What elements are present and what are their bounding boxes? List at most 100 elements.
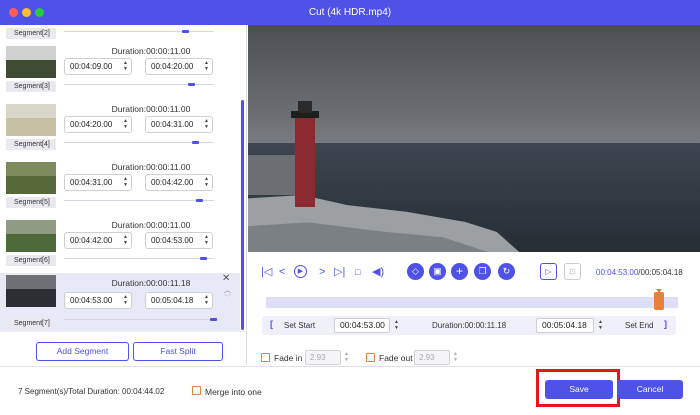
cancel-button[interactable]: Cancel — [617, 380, 683, 399]
segment-item-3[interactable]: Segment[3] Duration:00:00:11.00 00:04:09… — [0, 44, 240, 102]
segment-end-time-input[interactable]: 00:04:53.00 ▲ ▼ — [145, 232, 213, 249]
start-time-input[interactable]: 00:04:53.00 ▲ ▼ — [334, 318, 399, 333]
end-time-input[interactable]: 00:05:04.18 ▲ ▼ — [536, 318, 603, 333]
stepper-icon: ▲ ▼ — [204, 294, 209, 306]
segment-slider[interactable] — [64, 30, 214, 33]
stop-icon[interactable]: □ — [355, 266, 360, 278]
segment-list[interactable]: Segment[2] Segment[3] Duration:00:00:11.… — [0, 25, 247, 331]
segment-end-time-input[interactable]: 00:04:20.00 ▲ ▼ — [145, 58, 213, 75]
trim-duration: Duration:00:00:11.18 — [432, 321, 507, 330]
play-icon[interactable]: ▶ — [294, 265, 307, 278]
next-frame-icon[interactable]: > — [319, 266, 325, 278]
stepper-icon: ▲ ▼ — [204, 118, 209, 130]
fade-out-checkbox[interactable] — [366, 353, 375, 362]
title-bar: Cut (4k HDR.mp4) — [0, 0, 700, 25]
fade-in-checkbox[interactable] — [261, 353, 270, 362]
segment-thumbnail — [6, 162, 56, 194]
segment-duration: Duration:00:00:11.00 — [111, 46, 191, 56]
segment-item-7[interactable]: Segment[7] Duration:00:00:11.18 00:04:53… — [0, 273, 240, 331]
split-icon[interactable]: ◇ — [407, 263, 424, 280]
segment-start-time-input[interactable]: 00:04:42.00 ▲ ▼ — [64, 232, 132, 249]
footer-bar: 7 Segment(s)/Total Duration: 00:04:44.02… — [0, 366, 700, 415]
close-window-button[interactable] — [9, 8, 18, 17]
stepper-icon: ▲ ▼ — [204, 60, 209, 72]
save-button[interactable]: Save — [545, 380, 613, 399]
fade-in-input[interactable]: 2.93 ▲ ▼ — [305, 350, 349, 365]
volume-icon[interactable]: ◀) — [372, 266, 384, 278]
add-icon[interactable]: + — [451, 263, 468, 280]
stepper-icon: ▲ ▼ — [123, 176, 128, 188]
stepper-icon: ▲ ▼ — [204, 234, 209, 246]
stepper-icon: ▲ ▼ — [394, 319, 399, 331]
fade-in-label: Fade in — [274, 353, 303, 363]
segment-label: Segment[4] — [6, 139, 56, 150]
segment-actions: Add Segment Fast Split — [0, 331, 247, 365]
segment-label: Segment[5] — [6, 197, 56, 208]
segment-thumbnail — [6, 104, 56, 136]
copy-icon[interactable]: ❐ — [474, 263, 491, 280]
segment-label: Segment[3] — [6, 81, 56, 92]
segment-duration: Duration:00:00:11.00 — [111, 104, 191, 114]
segment-start-time-input[interactable]: 00:04:53.00 ▲ ▼ — [64, 292, 132, 309]
segment-thumbnail — [6, 220, 56, 252]
merge-into-one-label: Merge into one — [205, 387, 262, 397]
segment-item-5[interactable]: Segment[5] Duration:00:00:11.00 00:04:31… — [0, 160, 240, 218]
segment-label: Segment[2] — [6, 28, 56, 39]
stepper-icon: ▲ ▼ — [598, 319, 603, 331]
fade-out-label: Fade out — [379, 353, 413, 363]
list-scrollbar[interactable] — [241, 100, 244, 330]
segment-end-time-input[interactable]: 00:04:42.00 ▲ ▼ — [145, 174, 213, 191]
segment-slider[interactable] — [64, 257, 214, 260]
segment-slider[interactable] — [64, 318, 217, 321]
segment-label: Segment[6] — [6, 255, 56, 266]
total-time: /00:05:04.18 — [638, 268, 683, 277]
segment-item-4[interactable]: Segment[4] Duration:00:00:11.00 00:04:20… — [0, 102, 240, 160]
set-start-button[interactable]: Set Start — [284, 321, 315, 330]
segment-slider[interactable] — [64, 141, 214, 144]
segment-end-time-input[interactable]: 00:05:04.18 ▲ ▼ — [145, 292, 213, 309]
trim-controls: [ Set Start 00:04:53.00 ▲ ▼ Duration:00:00… — [262, 316, 676, 335]
segment-thumbnail — [6, 46, 56, 78]
merge-into-one-checkbox[interactable] — [192, 386, 201, 395]
maximize-window-button[interactable] — [35, 8, 44, 17]
snapshot-icon[interactable]: ▣ — [429, 263, 446, 280]
fast-split-button[interactable]: Fast Split — [133, 342, 223, 361]
segment-start-time-input[interactable]: 00:04:20.00 ▲ ▼ — [64, 116, 132, 133]
time-readout: 00:04:53.00/00:05:04.18 — [596, 268, 683, 277]
segments-summary: 7 Segment(s)/Total Duration: 00:04:44.02 — [18, 387, 165, 396]
fade-out-input[interactable]: 2.93 ▲ ▼ — [414, 350, 458, 365]
segment-duration: Duration:00:00:11.00 — [111, 162, 191, 172]
stepper-icon: ▲ ▼ — [123, 234, 128, 246]
previous-frame-icon[interactable]: < — [279, 266, 285, 278]
segment-slider[interactable] — [64, 199, 214, 202]
preview-segment-icon[interactable]: ▷ — [540, 263, 557, 280]
stepper-icon: ▲ ▼ — [123, 60, 128, 72]
segment-end-time-input[interactable]: 00:04:31.00 ▲ ▼ — [145, 116, 213, 133]
stepper-icon: ▲ ▼ — [344, 351, 349, 363]
stepper-icon: ▲ ▼ — [123, 294, 128, 306]
set-end-bracket-icon[interactable]: ] — [664, 319, 667, 329]
segment-duration: Duration:00:00:11.00 — [111, 220, 191, 230]
set-start-bracket-icon[interactable]: [ — [270, 319, 273, 329]
playback-controls: |◁ < ▶ > ▷| □ ◀) ◇ ▣ + ❐ ↻ ▷ ⊡ 00:04:53.… — [248, 254, 700, 290]
stepper-icon: ▲ ▼ — [453, 351, 458, 363]
segment-slider[interactable] — [64, 83, 214, 86]
video-preview[interactable] — [248, 25, 700, 252]
segment-item-6[interactable]: Segment[6] Duration:00:00:11.00 00:04:42… — [0, 218, 240, 276]
reset-icon[interactable]: ↻ — [498, 263, 515, 280]
add-segment-button[interactable]: Add Segment — [36, 342, 129, 361]
segment-start-time-input[interactable]: 00:04:09.00 ▲ ▼ — [64, 58, 132, 75]
move-down-icon[interactable]: ﹀ — [224, 293, 231, 303]
segment-label: Segment[7] — [6, 318, 56, 329]
delete-segment-icon[interactable]: ✕ — [222, 273, 230, 284]
cut-window: Cut (4k HDR.mp4) Segment[2] Segment[3] D… — [0, 0, 700, 415]
go-to-end-icon[interactable]: ▷| — [334, 266, 345, 278]
timeline-playhead[interactable] — [654, 289, 664, 310]
segment-start-time-input[interactable]: 00:04:31.00 ▲ ▼ — [64, 174, 132, 191]
go-to-start-icon[interactable]: |◁ — [261, 266, 272, 278]
set-end-button[interactable]: Set End — [625, 321, 653, 330]
preview-full-icon[interactable]: ⊡ — [564, 263, 581, 280]
timeline-track[interactable] — [266, 289, 678, 310]
minimize-window-button[interactable] — [22, 8, 31, 17]
stepper-icon: ▲ ▼ — [204, 176, 209, 188]
